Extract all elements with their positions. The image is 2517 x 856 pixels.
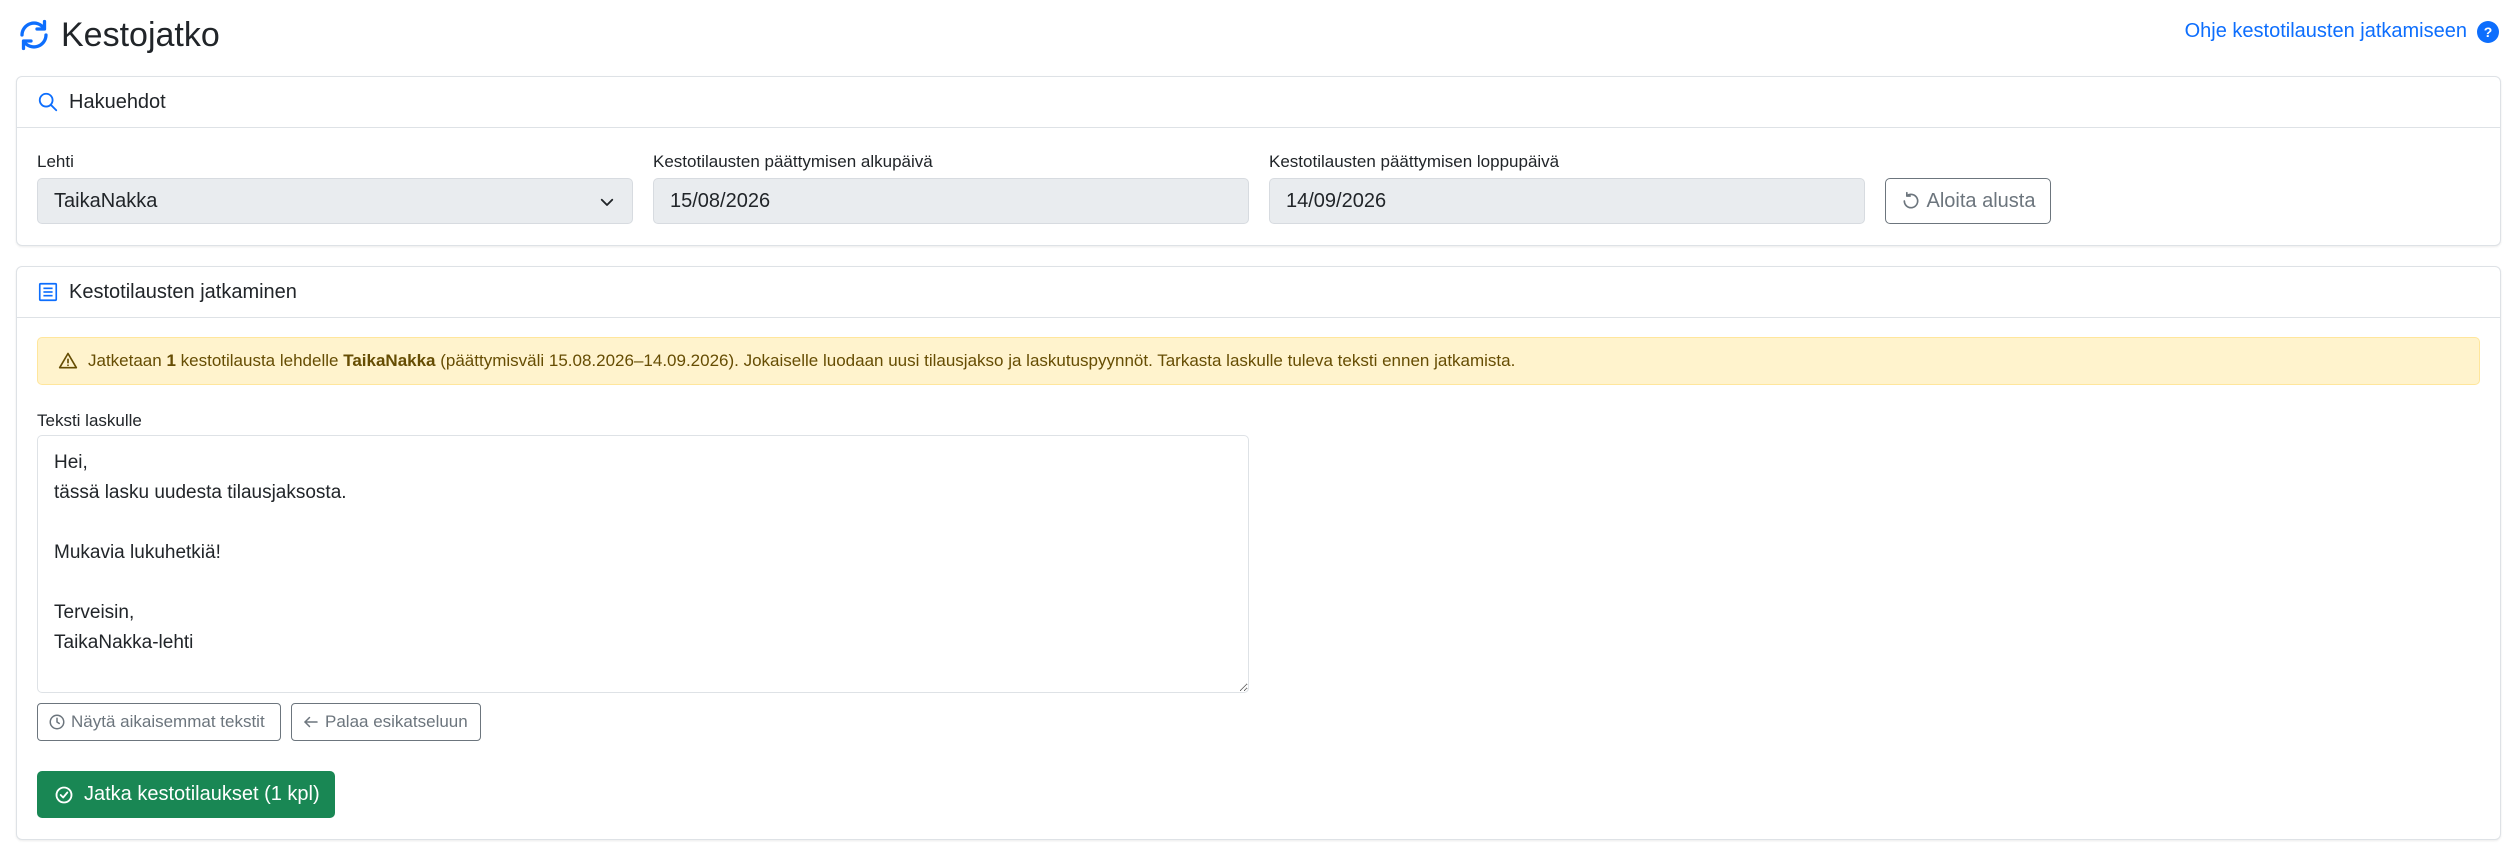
search-icon xyxy=(38,92,58,112)
refresh-icon xyxy=(20,19,48,51)
warning-icon xyxy=(58,352,78,369)
arrow-left-icon xyxy=(304,716,318,728)
clock-icon xyxy=(49,714,65,730)
page-title: Kestojatko xyxy=(61,16,220,54)
title-wrap: Kestojatko xyxy=(16,12,220,58)
paper-select[interactable]: TaikaNakka xyxy=(37,178,633,224)
back-to-preview-label: Palaa esikatseluun xyxy=(325,712,468,731)
alert-text-part3: (päättymisväli 15.08.2026–14.09.2026). J… xyxy=(435,351,1516,370)
continuation-card-header: Kestotilausten jatkaminen xyxy=(17,267,2500,318)
question-circle-icon: ? xyxy=(2477,20,2499,43)
check-circle-icon xyxy=(55,786,73,803)
end-date-input[interactable]: 14/09/2026 xyxy=(1269,178,1865,224)
alert-text-part1: Jatketaan xyxy=(88,351,167,370)
alert-text-part2: kestotilausta lehdelle xyxy=(175,351,344,370)
search-card-header: Hakuehdot xyxy=(17,77,2500,128)
show-previous-texts-label: Näytä aikaisemmat tekstit xyxy=(71,712,265,731)
alert-count: 1 xyxy=(166,351,176,370)
paper-select-value: TaikaNakka xyxy=(54,189,158,212)
reset-icon xyxy=(1903,191,1919,209)
end-date-value: 14/09/2026 xyxy=(1286,189,1387,212)
reset-button[interactable]: Aloita alusta xyxy=(1885,178,2051,224)
end-date-label: Kestotilausten päättymisen loppupäivä xyxy=(1269,152,1560,171)
continue-subscriptions-label: Jatka kestotilaukset (1 kpl) xyxy=(84,783,320,805)
reset-button-label: Aloita alusta xyxy=(1926,189,2036,212)
warning-alert: Jatketaan 1 kestotilausta lehdelle Taika… xyxy=(37,337,2480,385)
back-to-preview-button[interactable]: Palaa esikatseluun xyxy=(291,703,481,741)
invoice-text-label: Teksti laskulle xyxy=(37,411,142,430)
alert-paper: TaikaNakka xyxy=(343,351,436,370)
search-criteria-card: Hakuehdot Lehti TaikaNakka Kestotilauste… xyxy=(16,76,2501,246)
start-date-value: 15/08/2026 xyxy=(670,189,771,212)
start-date-input[interactable]: 15/08/2026 xyxy=(653,178,1249,224)
chevron-down-icon xyxy=(600,198,614,206)
start-date-label: Kestotilausten päättymisen alkupäivä xyxy=(653,152,933,171)
help-link-label: Ohje kestotilausten jatkamiseen xyxy=(2184,20,2467,42)
continuation-card-title: Kestotilausten jatkaminen xyxy=(69,280,297,303)
page-header: Kestojatko Ohje kestotilausten jatkamise… xyxy=(16,12,2499,58)
continue-subscriptions-button[interactable]: Jatka kestotilaukset (1 kpl) xyxy=(37,771,335,818)
search-card-title: Hakuehdot xyxy=(69,90,166,113)
paper-label: Lehti xyxy=(37,152,74,171)
help-link[interactable]: Ohje kestotilausten jatkamiseen ? xyxy=(2185,20,2499,43)
alert-text: Jatketaan 1 kestotilausta lehdelle Taika… xyxy=(88,351,1515,371)
continuation-card: Kestotilausten jatkaminen Jatketaan 1 ke… xyxy=(16,266,2501,840)
list-icon xyxy=(38,282,58,302)
invoice-text-area[interactable]: Hei, tässä lasku uudesta tilausjaksosta.… xyxy=(37,435,1249,693)
show-previous-texts-button[interactable]: Näytä aikaisemmat tekstit xyxy=(37,703,281,741)
